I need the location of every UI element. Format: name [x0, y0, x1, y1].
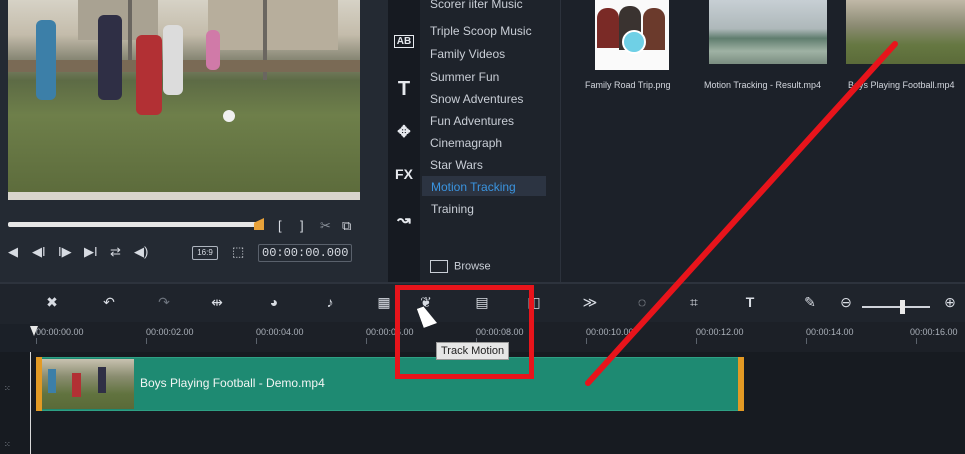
annotation-arrow — [585, 41, 898, 386]
tooltip-track-motion: Track Motion — [436, 342, 510, 360]
video-editor-window: [ ] ✂ ⧉ ◀ ◀I I▶ ▶I ⇄ ◀) 16:9 ⬚ 00:00:00.… — [0, 0, 965, 454]
annotation-arrow-line — [585, 41, 898, 386]
annotation-highlight-box — [395, 285, 534, 379]
